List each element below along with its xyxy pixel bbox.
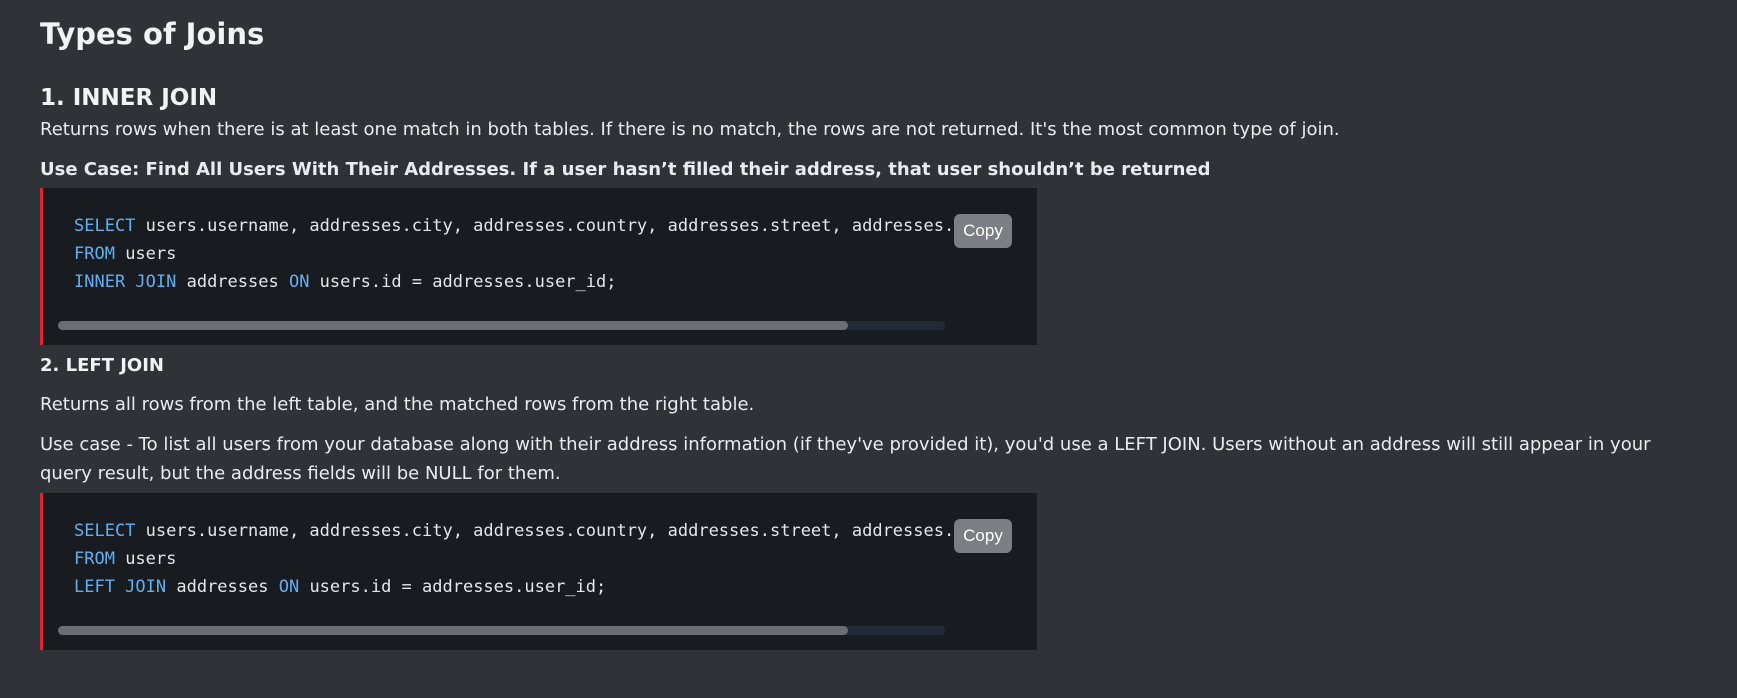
- section-description-inner-join: Returns rows when there is at least one …: [40, 119, 1340, 140]
- copy-button[interactable]: Copy: [954, 214, 1012, 248]
- code-text: users: [114, 244, 177, 264]
- scrollbar-thumb[interactable]: [58, 321, 848, 330]
- use-case-left-join: Use case - To list all users from your d…: [40, 434, 1651, 484]
- copy-button[interactable]: Copy: [954, 519, 1012, 553]
- section-description-left-join: Returns all rows from the left table, an…: [40, 394, 755, 415]
- sql-keyword: FROM: [74, 549, 115, 569]
- code-text: users.username, addresses.city, addresse…: [135, 216, 961, 236]
- sql-keyword: ON: [278, 577, 300, 597]
- scrollbar-thumb[interactable]: [58, 626, 848, 635]
- section-heading-inner-join: 1. INNER JOIN: [40, 85, 218, 111]
- horizontal-scrollbar[interactable]: [58, 626, 945, 635]
- code-text: users.id = addresses.user_id;: [299, 577, 607, 597]
- sql-keyword: FROM: [74, 244, 115, 264]
- code-text: users.username, addresses.city, addresse…: [135, 521, 961, 541]
- sql-keyword: SELECT: [74, 521, 136, 541]
- sql-keyword: SELECT: [74, 216, 136, 236]
- code-scroll-area[interactable]: SELECT users.username, addresses.city, a…: [58, 493, 961, 601]
- code-content: SELECT users.username, addresses.city, a…: [58, 493, 961, 601]
- use-case-inner-join: Use Case: Find All Users With Their Addr…: [40, 159, 1211, 180]
- sql-keyword: INNER JOIN: [74, 272, 177, 292]
- code-block-inner-join: SELECT users.username, addresses.city, a…: [40, 188, 1037, 345]
- code-text: addresses: [176, 272, 289, 292]
- code-block-left-join: SELECT users.username, addresses.city, a…: [40, 493, 1037, 650]
- horizontal-scrollbar[interactable]: [58, 321, 945, 330]
- page-title: Types of Joins: [40, 17, 265, 51]
- code-text: addresses: [166, 577, 279, 597]
- code-content: SELECT users.username, addresses.city, a…: [58, 188, 961, 296]
- sql-keyword: ON: [288, 272, 310, 292]
- code-scroll-area[interactable]: SELECT users.username, addresses.city, a…: [58, 188, 961, 296]
- article-content: Types of Joins 1. INNER JOIN Returns row…: [0, 0, 1737, 650]
- section-heading-left-join: 2. LEFT JOIN: [40, 355, 164, 376]
- code-text: users: [114, 549, 177, 569]
- sql-keyword: LEFT JOIN: [74, 577, 167, 597]
- code-text: users.id = addresses.user_id;: [309, 272, 617, 292]
